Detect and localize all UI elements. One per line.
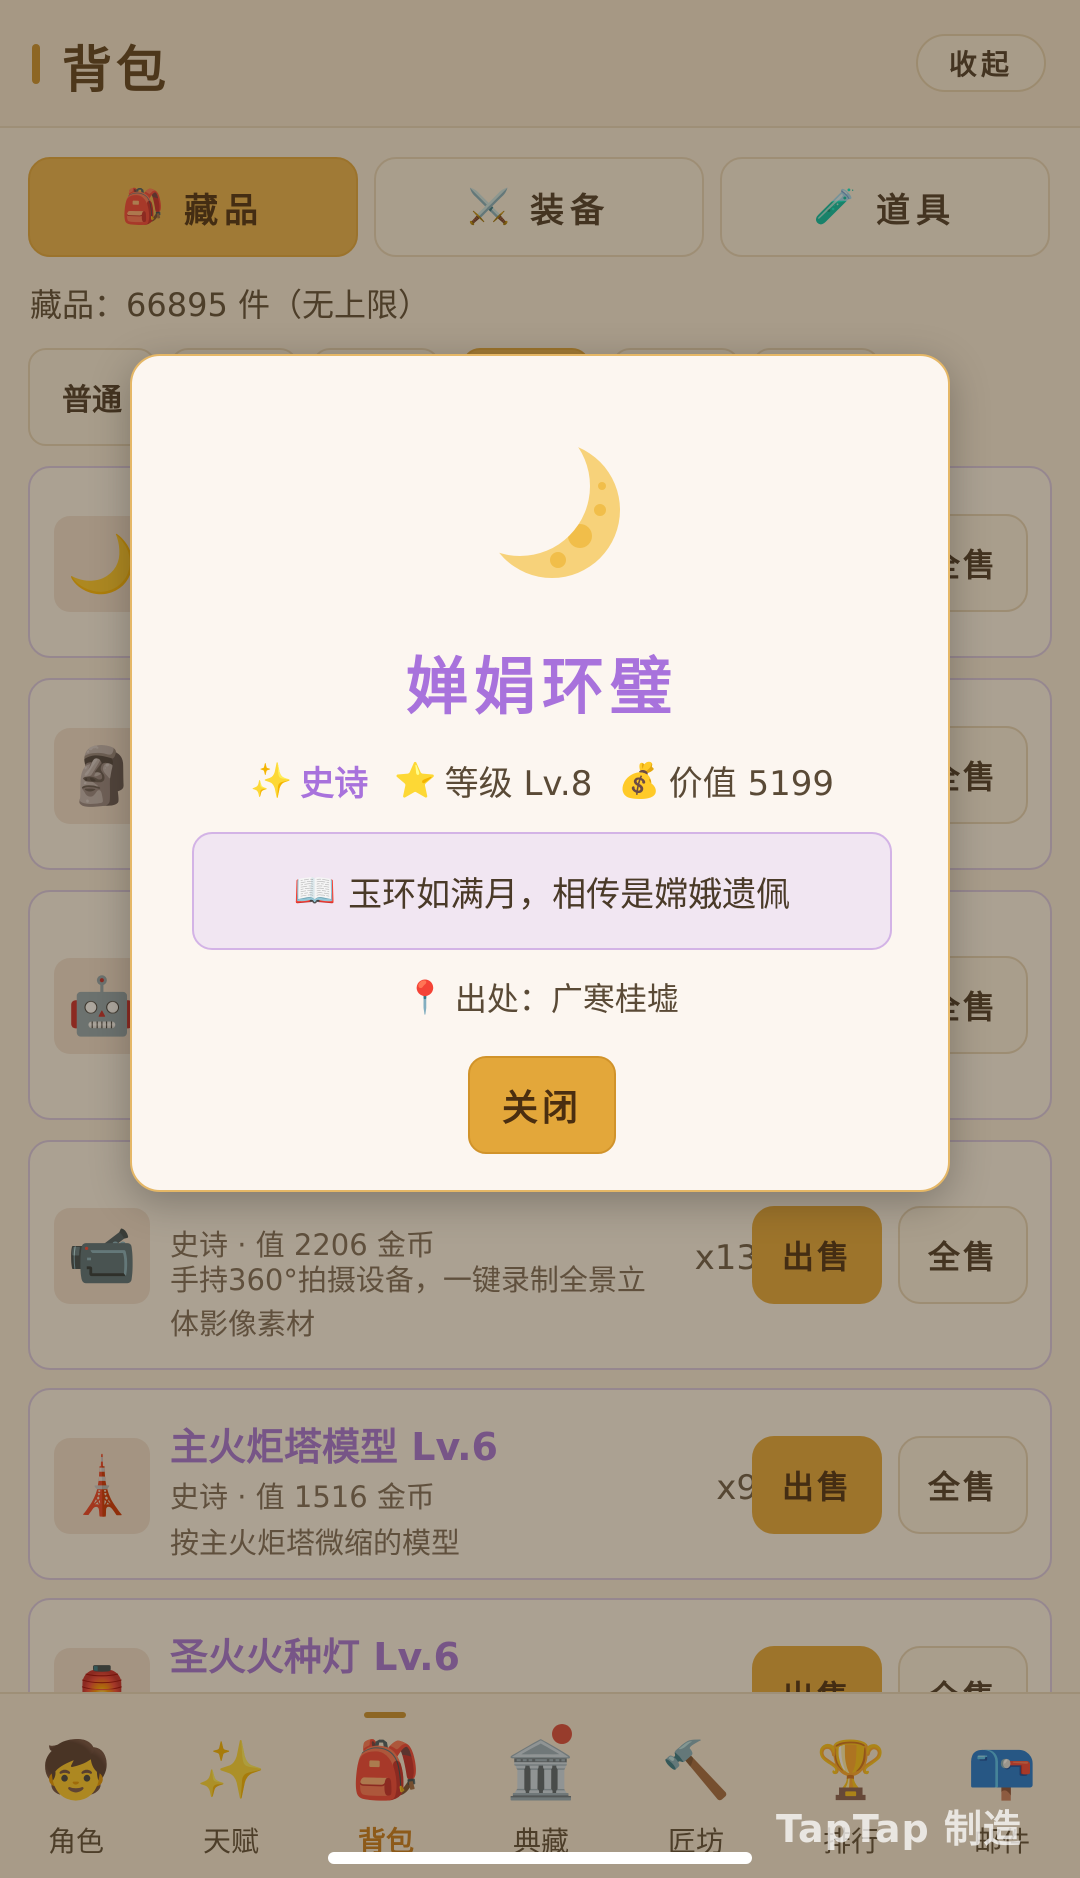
taptap-watermark: TapTap 制造 <box>776 1807 1022 1851</box>
crescent-moon-icon <box>484 442 620 578</box>
item-origin: 📍 出处：广寒桂墟 <box>132 974 952 1020</box>
item-stats: ✨ 史诗 ⭐ 等级 Lv.8 💰 价值 5199 <box>132 756 952 805</box>
rarity-stat: ✨ 史诗 <box>250 756 368 805</box>
item-detail-modal: 婵娟环璧 ✨ 史诗 ⭐ 等级 Lv.8 💰 价值 5199 📖 玉环如满月，相传… <box>130 354 950 1192</box>
level-stat: ⭐ 等级 Lv.8 <box>394 756 592 805</box>
value-stat: 💰 价值 5199 <box>618 756 834 805</box>
rarity-label: 史诗 <box>300 764 369 804</box>
item-description: 玉环如满月，相传是嫦娥遗佩 <box>348 874 791 915</box>
item-description-box: 📖 玉环如满月，相传是嫦娥遗佩 <box>192 832 892 950</box>
home-indicator[interactable] <box>328 1852 752 1864</box>
book-icon: 📖 <box>293 871 337 911</box>
item-title: 婵娟环璧 <box>405 650 678 723</box>
pin-icon: 📍 <box>405 978 445 1016</box>
value-label: 价值 5199 <box>668 764 835 804</box>
app-root: 背包 收起 🎒 藏品 ⚔️ 装备 🧪 道具 藏品：66895 件（无上限） 普通… <box>0 0 1080 1878</box>
star-icon: ⭐ <box>394 760 437 801</box>
money-bag-icon: 💰 <box>618 760 661 801</box>
level-label: 等级 Lv.8 <box>444 764 593 804</box>
sparkles-icon: ✨ <box>249 760 293 801</box>
origin-label: 出处：广寒桂墟 <box>454 980 679 1018</box>
close-button[interactable]: 关闭 <box>468 1056 616 1154</box>
